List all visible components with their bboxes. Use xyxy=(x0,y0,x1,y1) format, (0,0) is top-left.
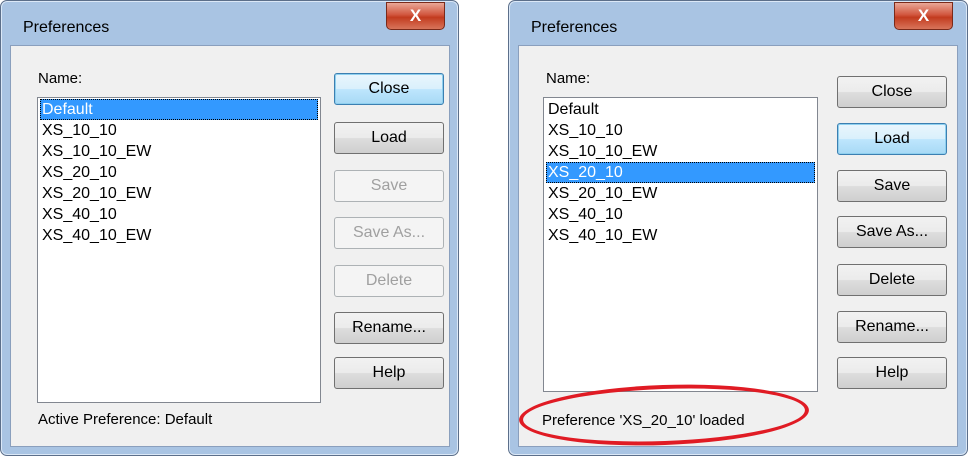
save-as-button[interactable]: Save As... xyxy=(334,217,444,249)
list-item[interactable]: XS_40_10 xyxy=(40,204,318,225)
help-button[interactable]: Help xyxy=(837,357,947,389)
list-item[interactable]: XS_40_10 xyxy=(546,204,815,225)
dialog-client-area: Name: Default XS_10_10 XS_10_10_EW XS_20… xyxy=(10,45,450,447)
preferences-listbox[interactable]: Default XS_10_10 XS_10_10_EW XS_20_10 XS… xyxy=(543,97,818,392)
close-button[interactable]: Close xyxy=(837,76,947,108)
list-item[interactable]: XS_20_10 xyxy=(40,162,318,183)
close-button[interactable]: Close xyxy=(334,73,444,105)
rename-button[interactable]: Rename... xyxy=(334,312,444,344)
preferences-dialog-right: Preferences X Name: Default XS_10_10 XS_… xyxy=(508,0,968,456)
list-item[interactable]: XS_40_10_EW xyxy=(546,225,815,246)
window-close-button[interactable]: X xyxy=(894,2,953,30)
window-close-button[interactable]: X xyxy=(386,2,445,30)
rename-button[interactable]: Rename... xyxy=(837,311,947,343)
list-item[interactable]: XS_10_10_EW xyxy=(40,141,318,162)
save-as-button[interactable]: Save As... xyxy=(837,216,947,248)
list-item[interactable]: XS_40_10_EW xyxy=(40,225,318,246)
delete-button[interactable]: Delete xyxy=(334,265,444,297)
list-item[interactable]: XS_10_10 xyxy=(546,120,815,141)
preferences-dialog-left: Preferences X Name: Default XS_10_10 XS_… xyxy=(0,0,459,456)
name-label: Name: xyxy=(546,70,591,87)
list-item[interactable]: Default xyxy=(546,99,815,120)
save-button[interactable]: Save xyxy=(837,170,947,202)
list-item[interactable]: XS_20_10 xyxy=(546,162,815,183)
load-button[interactable]: Load xyxy=(334,122,444,154)
load-button[interactable]: Load xyxy=(837,123,947,155)
title-bar[interactable]: Preferences X xyxy=(509,1,967,45)
window-title: Preferences xyxy=(23,19,110,36)
active-preference-status: Active Preference: Default xyxy=(38,411,213,428)
name-label: Name: xyxy=(38,70,83,87)
delete-button[interactable]: Delete xyxy=(837,264,947,296)
title-bar[interactable]: Preferences X xyxy=(1,1,458,45)
list-item[interactable]: XS_10_10_EW xyxy=(546,141,815,162)
list-item[interactable]: XS_20_10_EW xyxy=(546,183,815,204)
list-item[interactable]: Default xyxy=(40,99,318,120)
list-item[interactable]: XS_20_10_EW xyxy=(40,183,318,204)
preferences-listbox[interactable]: Default XS_10_10 XS_10_10_EW XS_20_10 XS… xyxy=(37,97,321,403)
window-title: Preferences xyxy=(531,19,618,36)
list-item[interactable]: XS_10_10 xyxy=(40,120,318,141)
help-button[interactable]: Help xyxy=(334,357,444,389)
save-button[interactable]: Save xyxy=(334,170,444,202)
